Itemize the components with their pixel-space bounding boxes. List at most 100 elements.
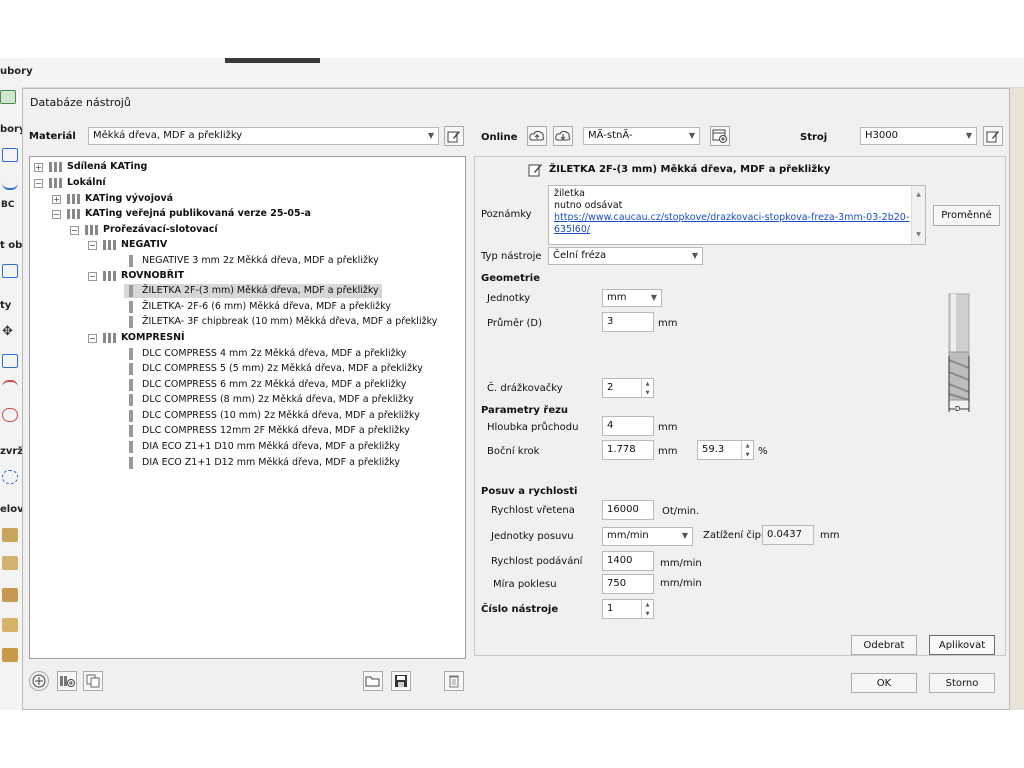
move-tool-icon[interactable]: ✥ — [2, 324, 13, 339]
collapse-icon[interactable]: − — [88, 333, 97, 343]
tree-item-tool[interactable]: DIA ECO Z1+1 D12 mm Měkká dřeva, MDF a p… — [124, 456, 400, 470]
notes-link[interactable]: https://www.caucau.cz/stopkove/drazkovac… — [554, 212, 920, 224]
feed-units-select[interactable]: mm/min ▼ — [602, 527, 693, 546]
tree-group-local[interactable]: − Lokální — [34, 176, 106, 190]
tree-item-tool[interactable]: NEGATIVE 3 mm 2z Měkká dřeva, MDF a přek… — [124, 254, 379, 268]
tool-type-select[interactable]: Čelní fréza ▼ — [548, 247, 703, 265]
model-tool-icon-2[interactable] — [2, 556, 18, 570]
diameter-input[interactable]: 3 — [602, 312, 654, 332]
variables-button[interactable]: Proměnné — [933, 205, 1000, 226]
background-tab — [225, 58, 320, 63]
machine-value: H3000 — [865, 130, 898, 141]
model-tool-icon-4[interactable] — [2, 648, 18, 662]
curve-tool-icon[interactable] — [2, 176, 18, 190]
feed-label: Rychlost podávání — [491, 556, 583, 567]
tree-group-public[interactable]: − KATing veřejná publikovaná verze 25-05… — [52, 207, 311, 221]
expand-icon[interactable]: + — [52, 194, 61, 204]
edit-icon[interactable] — [528, 162, 544, 178]
spin-buttons[interactable]: ▲ ▼ — [641, 600, 653, 618]
save-button[interactable] — [391, 671, 411, 691]
node-tool-icon[interactable] — [2, 354, 18, 368]
align-tool-icon[interactable] — [2, 264, 18, 278]
model-tool-icon-3[interactable] — [2, 588, 18, 602]
tree-item-tool-selected[interactable]: ŽILETKA 2F-(3 mm) Měkká dřeva, MDF a pře… — [124, 284, 382, 298]
machine-label: Stroj — [800, 132, 828, 143]
feed-units-label: Jednotky posuvu — [491, 531, 574, 542]
ellipse-tool-icon[interactable] — [2, 408, 18, 422]
copy-tool-button[interactable] — [83, 671, 103, 691]
plunge-input[interactable]: 750 — [602, 574, 654, 594]
plunge-label: Míra poklesu — [493, 579, 557, 590]
online-library-value: MÃ-stnÃ- — [588, 130, 633, 141]
tree-item-tool[interactable]: DLC COMPRESS 5 (5 mm) 2z Měkká dřeva, MD… — [124, 362, 423, 376]
expand-icon[interactable]: + — [34, 162, 43, 172]
tool-number-input[interactable]: 1 ▲ ▼ — [602, 599, 654, 619]
add-tool-button[interactable] — [29, 671, 49, 691]
file-open-icon[interactable] — [0, 90, 16, 104]
stepover-input[interactable]: 1.778 — [602, 440, 654, 460]
add-group-button[interactable] — [57, 671, 77, 691]
scroll-up-icon[interactable]: ▲ — [916, 189, 921, 201]
wave-tool-icon[interactable] — [2, 380, 18, 394]
material-select[interactable]: Měkká dřeva, MDF a překližky ▼ — [88, 127, 439, 145]
chipload-unit: mm — [820, 530, 840, 541]
pass-depth-input[interactable]: 4 — [602, 416, 654, 436]
add-group-icon — [60, 676, 75, 687]
collapse-icon[interactable]: − — [70, 225, 79, 235]
tree-item-tool[interactable]: ŽILETKA- 3F chipbreak (10 mm) Měkká dřev… — [124, 315, 437, 329]
cloud-download-button[interactable] — [553, 126, 573, 146]
tree-group-shared[interactable]: + Sdílená KATing — [34, 160, 147, 174]
import-button[interactable] — [363, 671, 383, 691]
collapse-icon[interactable]: − — [88, 271, 97, 281]
tree-item-tool[interactable]: DLC COMPRESS (8 mm) 2z Měkká dřeva, MDF … — [124, 393, 414, 407]
tree-item-tool[interactable]: DLC COMPRESS 12mm 2F Měkká dřeva, MDF a … — [124, 424, 410, 438]
model-tool-icon[interactable] — [2, 528, 18, 542]
notes-scrollbar[interactable]: ▲ ▼ — [911, 186, 925, 244]
notes-link[interactable]: 635l60/ — [554, 224, 920, 236]
scroll-down-icon[interactable]: ▼ — [916, 229, 921, 241]
tree-group-compression[interactable]: − KOMPRESNÍ — [88, 331, 185, 345]
crown-tool-icon[interactable] — [2, 618, 18, 632]
flutes-input[interactable]: 2 ▲ ▼ — [602, 378, 654, 398]
tree-group-straight[interactable]: − ROVNOBŘIT — [88, 269, 184, 283]
notes-textarea[interactable]: žiletka nutno odsávat https://www.caucau… — [548, 185, 926, 245]
chevron-down-icon: ▼ — [427, 131, 434, 140]
tree-item-tool[interactable]: DLC COMPRESS 6 mm 2z Měkká dřeva, MDF a … — [124, 378, 406, 392]
library-add-icon — [712, 129, 727, 143]
collapse-icon[interactable]: − — [52, 209, 61, 219]
cutting-heading: Parametry řezu — [481, 405, 569, 416]
notes-line: nutno odsávat — [554, 200, 623, 211]
collapse-icon[interactable]: − — [34, 178, 43, 188]
edit-machine-button[interactable] — [983, 126, 1003, 146]
rectangle-tool-icon[interactable] — [2, 148, 18, 162]
cancel-button[interactable]: Storno — [929, 673, 995, 693]
collapse-icon[interactable]: − — [88, 240, 97, 250]
tree-item-tool[interactable]: DLC COMPRESS (10 mm) 2z Měkká dřeva, MDF… — [124, 409, 420, 423]
tree-item-tool[interactable]: ŽILETKA- 2F-6 (6 mm) Měkká dřeva, MDF a … — [124, 300, 391, 314]
flower-tool-icon[interactable] — [2, 470, 18, 484]
tree-group-slotting[interactable]: − Prořezávací-slotovací — [70, 223, 218, 237]
stepover-percent-unit: % — [758, 446, 768, 457]
units-select[interactable]: mm ▼ — [602, 289, 662, 307]
tree-group-negative[interactable]: − NEGATIV — [88, 238, 167, 252]
online-library-select[interactable]: MÃ-stnÃ- ▼ — [583, 127, 700, 145]
stepover-percent-input[interactable]: 59.3 ▲ ▼ — [697, 440, 754, 460]
cloud-upload-button[interactable] — [527, 126, 547, 146]
add-library-button[interactable] — [710, 126, 730, 146]
discard-button[interactable]: Odebrat — [851, 635, 917, 655]
machine-select[interactable]: H3000 ▼ — [860, 127, 977, 145]
tree-item-tool[interactable]: DLC COMPRESS 4 mm 2z Měkká dřeva, MDF a … — [124, 347, 406, 361]
apply-button[interactable]: Aplikovat — [929, 635, 995, 655]
feed-input[interactable]: 1400 — [602, 551, 654, 571]
ok-button[interactable]: OK — [851, 673, 917, 693]
spin-buttons[interactable]: ▲ ▼ — [741, 441, 753, 459]
delete-button[interactable] — [444, 671, 464, 691]
spin-buttons[interactable]: ▲ ▼ — [641, 379, 653, 397]
tree-group-dev[interactable]: + KATing vývojová — [52, 192, 173, 206]
tree-item-tool[interactable]: DIA ECO Z1+1 D10 mm Měkká dřeva, MDF a p… — [124, 440, 400, 454]
feed-units-value: mm/min — [607, 530, 649, 541]
diameter-diagram-label: D — [955, 405, 961, 413]
spindle-input[interactable]: 16000 — [602, 500, 654, 520]
edit-material-button[interactable] — [444, 126, 464, 146]
background-toolbar — [0, 58, 1024, 88]
